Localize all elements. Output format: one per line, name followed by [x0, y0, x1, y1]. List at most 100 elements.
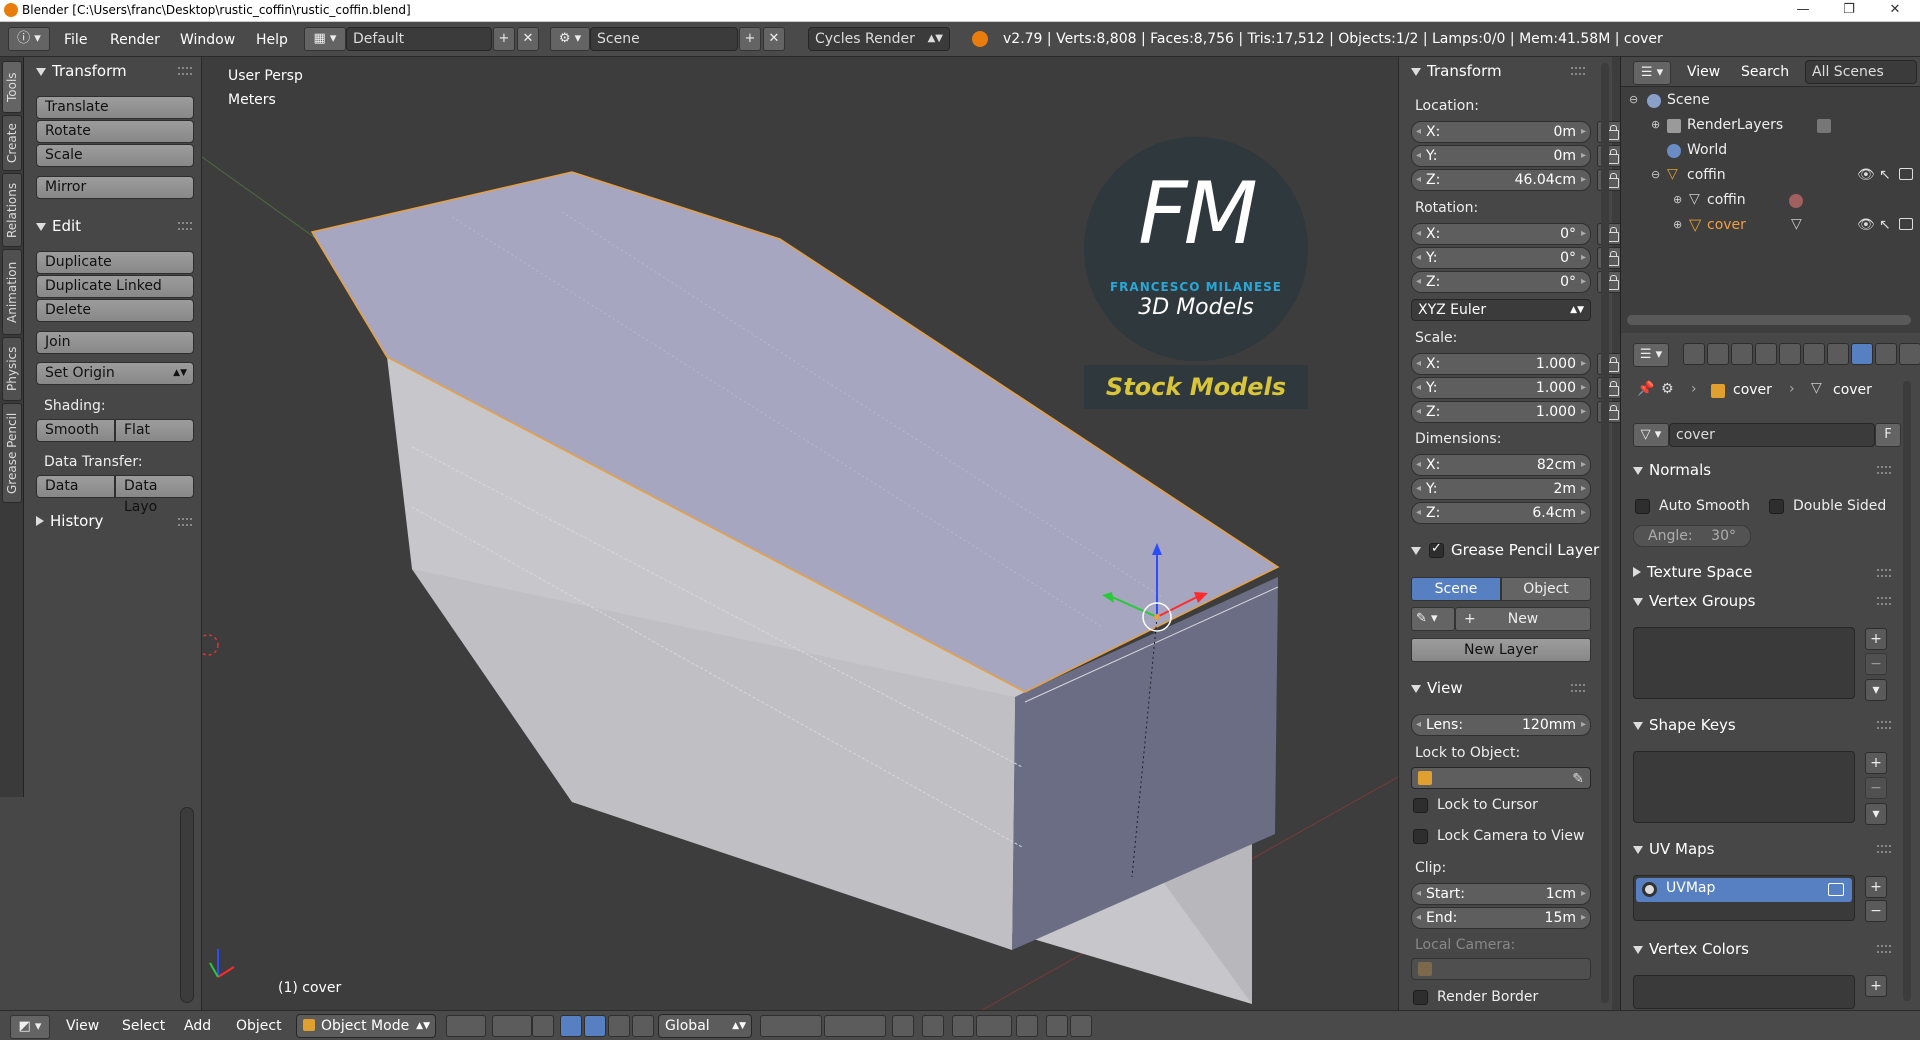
delete-button[interactable]: Delete — [36, 299, 194, 322]
uv-render-camera-icon[interactable] — [1828, 883, 1844, 896]
scene-icon[interactable]: ⚙ ▾ — [550, 27, 590, 51]
scale-z-field[interactable]: ◂ Z: 1.000 ▸ — [1411, 401, 1591, 423]
modifiers-tab-icon[interactable] — [1827, 343, 1849, 365]
rotation-z-field[interactable]: ◂ Z: 0° ▸ — [1411, 271, 1591, 293]
n-transform-header[interactable]: Transform — [1411, 62, 1502, 80]
lock-camera-checkbox[interactable] — [1413, 829, 1428, 844]
scale-y-field[interactable]: ◂ Y: 1.000 ▸ — [1411, 377, 1591, 399]
add-vertex-group-button[interactable]: + — [1865, 628, 1887, 650]
location-y-field[interactable]: ◂ Y: 0m ▸ — [1411, 145, 1591, 167]
vertex-colors-header[interactable]: Vertex Colors — [1633, 940, 1749, 958]
minimize-button[interactable]: — — [1780, 0, 1826, 22]
material-tab-icon[interactable] — [1875, 343, 1897, 365]
manipulator-toggle-icon[interactable] — [532, 1015, 554, 1037]
drag-handle-icon[interactable] — [1877, 597, 1891, 605]
outliner-menu-search[interactable]: Search — [1741, 64, 1789, 80]
dimension-y-field[interactable]: ◂ Y: 2m ▸ — [1411, 478, 1591, 500]
remove-scene-button[interactable]: ✕ — [763, 27, 785, 51]
interaction-mode-select[interactable]: Object Mode ▲▼ — [296, 1014, 436, 1038]
opengl-render-icon[interactable] — [1046, 1015, 1068, 1037]
render-camera-icon[interactable] — [1899, 168, 1913, 180]
snap-target-icon[interactable] — [1016, 1015, 1038, 1037]
outliner-row-renderlayers[interactable]: ⊕ RenderLayers — [1621, 114, 1920, 139]
history-panel-header[interactable]: History — [36, 512, 103, 530]
rotation-mode-select[interactable]: XYZ Euler ▲▼ — [1411, 299, 1591, 321]
gp-brush-icon[interactable]: ✎ ▾ — [1411, 607, 1455, 631]
scale-x-field[interactable]: ◂ X: 1.000 ▸ — [1411, 353, 1591, 375]
layer-lock-icon[interactable] — [892, 1015, 914, 1037]
material-icon[interactable] — [1789, 194, 1803, 208]
tab-create[interactable]: Create — [2, 115, 22, 171]
drag-handle-icon[interactable] — [178, 67, 192, 75]
outliner-row-scene[interactable]: ⊖ Scene — [1621, 89, 1920, 114]
remove-layout-button[interactable]: ✕ — [517, 27, 539, 51]
render-tab-icon[interactable] — [1683, 343, 1705, 365]
menu-select[interactable]: Select — [122, 1018, 165, 1034]
snap-element-icon[interactable] — [976, 1015, 1012, 1037]
scale-manipulator-icon[interactable] — [608, 1015, 630, 1037]
render-layers-tab-icon[interactable] — [1707, 343, 1729, 365]
data-transfer-layout-button[interactable]: Data Layo — [115, 475, 194, 515]
auto-smooth-angle-field[interactable]: Angle: 30° — [1633, 525, 1751, 547]
lens-field[interactable]: ◂ Lens: 120mm ▸ — [1411, 714, 1591, 736]
drag-handle-icon[interactable] — [178, 518, 192, 526]
vertex-group-specials-icon[interactable]: ▾ — [1865, 679, 1887, 701]
outliner-display-mode-select[interactable]: All Scenes — [1805, 60, 1917, 84]
vertex-colors-list[interactable] — [1633, 975, 1855, 1009]
gp-new-layer-button[interactable]: New Layer — [1411, 638, 1591, 662]
mesh-data-icon[interactable]: ▽ — [1791, 216, 1802, 232]
edit-panel-header[interactable]: Edit — [36, 217, 81, 235]
uv-maps-list[interactable]: UVMap — [1633, 875, 1855, 921]
add-scene-button[interactable]: + — [739, 27, 761, 51]
scale-button[interactable]: Scale — [36, 144, 194, 167]
texture-tab-icon[interactable] — [1899, 343, 1920, 365]
rotation-x-field[interactable]: ◂ X: 0° ▸ — [1411, 223, 1591, 245]
opengl-animation-icon[interactable] — [1070, 1015, 1092, 1037]
rotate-button[interactable]: Rotate — [36, 120, 194, 143]
add-vertex-color-button[interactable]: + — [1865, 975, 1887, 997]
grease-pencil-layer-header[interactable] — [1411, 541, 1427, 559]
rotate-manipulator-icon[interactable] — [584, 1015, 606, 1037]
duplicate-linked-button[interactable]: Duplicate Linked — [36, 275, 194, 298]
location-x-field[interactable]: ◂ X: 0m ▸ — [1411, 121, 1591, 143]
dimension-x-field[interactable]: ◂ X: 82cm ▸ — [1411, 454, 1591, 476]
3d-viewport[interactable]: User Persp Meters (1) cover FM FRANCESCO… — [202, 57, 1398, 1010]
outliner-menu-view[interactable]: View — [1687, 64, 1720, 80]
viewport-editor-type-icon[interactable]: ◩ ▾ — [10, 1015, 50, 1039]
view-panel-header[interactable]: View — [1411, 679, 1463, 697]
close-button[interactable]: ✕ — [1872, 0, 1918, 22]
properties-editor-type-icon[interactable]: ☰ ▾ — [1633, 343, 1669, 367]
fake-user-button[interactable]: F — [1875, 423, 1901, 447]
menu-add[interactable]: Add — [184, 1018, 211, 1034]
viewport-shading-icon[interactable] — [446, 1015, 486, 1037]
properties-scrollbar[interactable] — [1903, 381, 1911, 1001]
selectable-arrow-icon[interactable]: ↖ — [1879, 167, 1891, 183]
outliner-row-coffin-mesh[interactable]: ⊕ ▽ coffin — [1621, 189, 1920, 214]
remove-shape-key-button[interactable]: − — [1865, 777, 1887, 799]
add-shape-key-button[interactable]: + — [1865, 752, 1887, 774]
render-camera-icon[interactable] — [1899, 218, 1913, 230]
tab-animation[interactable]: Animation — [2, 249, 22, 335]
local-camera-field[interactable] — [1411, 958, 1591, 980]
shape-keys-list[interactable] — [1633, 751, 1855, 823]
drag-handle-icon[interactable] — [1571, 684, 1585, 692]
outliner-editor-type-icon[interactable]: ☰ ▾ — [1633, 61, 1671, 85]
menu-render[interactable]: Render — [110, 32, 160, 48]
dimension-z-field[interactable]: ◂ Z: 6.4cm ▸ — [1411, 502, 1591, 524]
texture-space-header[interactable]: Texture Space — [1633, 563, 1752, 581]
remove-uv-map-button[interactable]: − — [1865, 900, 1887, 922]
mesh-data-tab-icon[interactable] — [1851, 343, 1873, 365]
mirror-button[interactable]: Mirror — [36, 176, 194, 199]
outliner-scrollbar[interactable] — [1627, 315, 1911, 325]
lock-to-object-field[interactable]: ✎ — [1411, 767, 1591, 789]
shading-flat-button[interactable]: Flat — [115, 419, 194, 442]
location-z-field[interactable]: ◂ Z: 46.04cm ▸ — [1411, 169, 1591, 191]
clip-end-field[interactable]: ◂ End: 15m ▸ — [1411, 907, 1591, 929]
outliner-row-coffin[interactable]: ⊖ ▽ coffin 👁 ↖ — [1621, 164, 1920, 189]
add-uv-map-button[interactable]: + — [1865, 876, 1887, 898]
transform-panel-header[interactable]: Transform — [36, 62, 127, 80]
tab-grease-pencil[interactable]: Grease Pencil — [2, 403, 22, 503]
snap-toggle-icon[interactable] — [952, 1015, 974, 1037]
shape-keys-header[interactable]: Shape Keys — [1633, 716, 1736, 734]
translate-manipulator-icon[interactable] — [560, 1015, 582, 1037]
